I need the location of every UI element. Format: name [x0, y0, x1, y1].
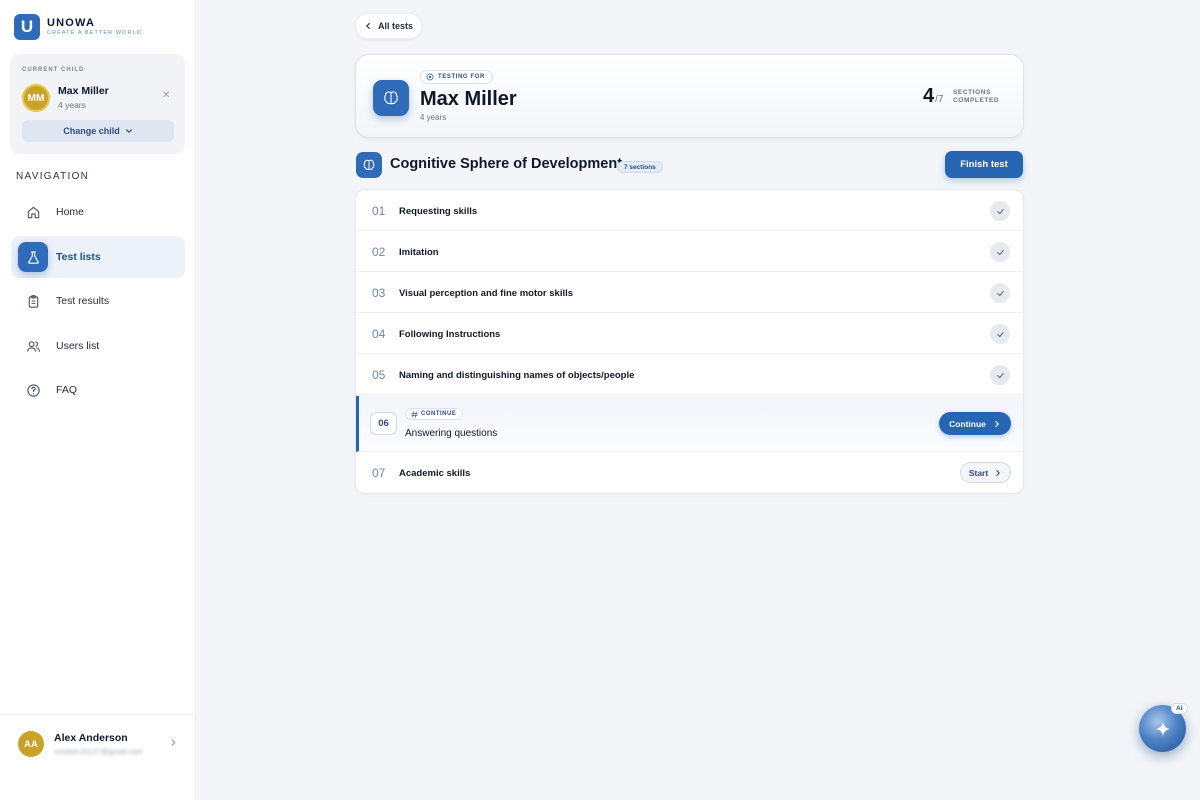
sidebar: U UNOWA CREATE A BETTER WORLD CURRENT CH… [0, 0, 196, 800]
row-number: 04 [372, 327, 386, 341]
nav-label-test-results: Test results [56, 295, 110, 307]
help-circle-icon [18, 375, 48, 405]
close-icon[interactable]: ✕ [162, 90, 170, 101]
child-avatar: MM [22, 84, 50, 112]
brand-logo: U [14, 14, 40, 40]
check-icon [990, 324, 1010, 344]
row-title: Requesting skills [399, 206, 478, 217]
nav-item-home[interactable]: Home [11, 191, 185, 233]
continue-badge: CONTINUE [405, 408, 464, 420]
completed-label: COMPLETED [953, 97, 1000, 104]
row-title: Imitation [399, 247, 439, 258]
row-number: 01 [372, 204, 386, 218]
start-button[interactable]: Start [960, 462, 1011, 483]
completed-number: 4 [923, 85, 935, 107]
chevron-left-icon [365, 23, 370, 29]
row-number: 06 [370, 412, 397, 435]
user-profile[interactable]: AA Alex Anderson october.01127@gmail.com [0, 714, 196, 800]
check-icon [990, 283, 1010, 303]
row-number: 05 [372, 368, 386, 382]
section-title: Cognitive Sphere of Development [390, 156, 623, 172]
brain-icon [373, 80, 409, 116]
nav-label-test-lists: Test lists [56, 251, 101, 263]
sections-label: SECTIONS [953, 89, 992, 96]
home-icon [18, 197, 48, 227]
current-child-label: CURRENT CHILD [22, 67, 85, 73]
testing-for-badge: TESTING FOR [420, 70, 493, 84]
chevron-down-icon [125, 129, 132, 133]
row-number: 02 [372, 245, 386, 259]
row-title: Academic skills [399, 468, 471, 479]
list-item[interactable]: 01 Requesting skills [356, 190, 1023, 231]
nav-label-home: Home [56, 206, 85, 218]
list-item[interactable]: 04 Following Instructions [356, 313, 1023, 354]
target-icon [426, 73, 434, 81]
all-tests-button[interactable]: All tests [355, 13, 422, 39]
hash-icon [411, 410, 418, 418]
testing-for-card: TESTING FOR Max Miller 4 years 4 /7 SECT… [355, 54, 1024, 138]
flask-icon [18, 242, 48, 272]
row-title: Naming and distinguishing names of objec… [399, 370, 635, 381]
continue-badge-label: CONTINUE [421, 411, 457, 417]
nav-item-users-list[interactable]: Users list [11, 325, 185, 367]
all-tests-label: All tests [377, 21, 413, 31]
row-number: 07 [372, 466, 386, 480]
hero-child-age: 4 years [420, 113, 447, 122]
continue-label: Continue [949, 418, 986, 429]
list-item-current[interactable]: 06 CONTINUE Answering questions Continue [356, 396, 1023, 452]
continue-button[interactable]: Continue [939, 412, 1011, 435]
testing-for-label: TESTING FOR [438, 74, 485, 80]
nav-label-faq: FAQ [56, 384, 78, 396]
list-item[interactable]: 02 Imitation [356, 231, 1023, 272]
nav-item-test-results[interactable]: Test results [11, 280, 185, 322]
chevron-right-icon[interactable] [169, 738, 178, 747]
change-child-button[interactable]: Change child [22, 120, 174, 142]
sections-completed-count: 4 /7 [923, 85, 943, 108]
user-email: october.01127@gmail.com [54, 747, 143, 756]
list-item[interactable]: 03 Visual perception and fine motor skil… [356, 272, 1023, 313]
clipboard-icon [18, 286, 48, 316]
current-child-card: CURRENT CHILD MM Max Miller 4 years ✕ Ch… [10, 54, 185, 154]
row-title: Answering questions [405, 428, 498, 439]
brand[interactable]: U UNOWA CREATE A BETTER WORLD [14, 14, 142, 40]
nav-item-test-lists[interactable]: Test lists [11, 236, 185, 278]
user-name: Alex Anderson [54, 732, 128, 744]
check-icon [990, 242, 1010, 262]
finish-test-button[interactable]: Finish test [945, 151, 1023, 178]
change-child-label: Change child [63, 126, 120, 136]
row-title: Visual perception and fine motor skills [399, 288, 574, 299]
user-avatar: AA [18, 731, 44, 757]
total-number: /7 [935, 94, 944, 105]
section-count-badge: 7 sections [617, 161, 663, 173]
chevron-right-icon [995, 420, 999, 427]
sections-list: 01 Requesting skills 02 Imitation 03 Vis… [355, 189, 1024, 494]
chevron-right-icon [996, 469, 1001, 476]
list-item[interactable]: 07 Academic skills Start [356, 452, 1023, 493]
ai-badge: AI [1171, 703, 1188, 714]
check-icon [990, 365, 1010, 385]
hero-child-name: Max Miller [420, 88, 517, 110]
child-name: Max Miller [58, 85, 109, 97]
nav-item-faq[interactable]: FAQ [11, 369, 185, 411]
row-number: 03 [372, 286, 386, 300]
brain-icon [356, 152, 382, 178]
list-item[interactable]: 05 Naming and distinguishing names of ob… [356, 354, 1023, 395]
check-icon [990, 201, 1010, 221]
brand-name: UNOWA [47, 16, 96, 29]
users-icon [18, 331, 48, 361]
start-label: Start [968, 467, 989, 478]
sparkle-icon [1155, 721, 1170, 736]
navigation-heading: NAVIGATION [16, 171, 90, 182]
nav-label-users-list: Users list [56, 340, 100, 352]
row-title: Following Instructions [399, 329, 501, 340]
sections-completed-label: SECTIONS COMPLETED [953, 89, 1013, 105]
brand-tagline: CREATE A BETTER WORLD [47, 29, 142, 36]
child-age: 4 years [58, 100, 86, 110]
